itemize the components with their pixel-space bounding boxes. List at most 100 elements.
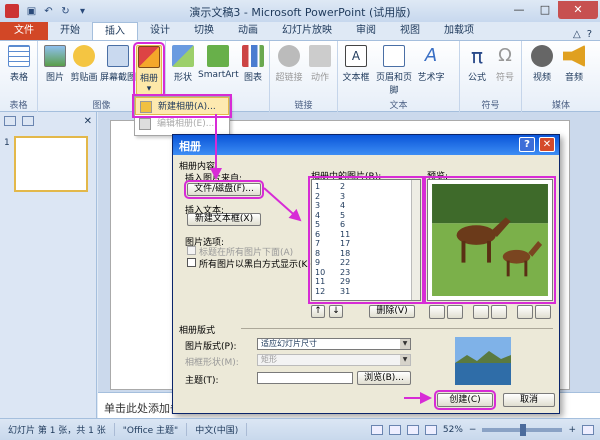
landscape-thumbnail [455,337,511,385]
rotate-right-icon[interactable] [447,305,463,319]
picture-button[interactable]: 图片 [42,45,68,83]
tab-insert[interactable]: 插入 [92,22,138,40]
tab-slideshow[interactable]: 幻灯片放映 [270,22,344,40]
equation-button[interactable]: π 公式 [464,45,490,83]
audio-button[interactable]: 音频 [560,45,588,83]
list-item[interactable]: 34 [312,201,420,211]
tab-addins[interactable]: 加载项 [432,22,486,40]
minimize-button[interactable]: — [506,1,532,19]
brightness-down-icon[interactable] [535,305,551,319]
browse-button[interactable]: 浏览(B)... [357,371,411,385]
screenshot-button[interactable]: 屏幕截图 [100,45,136,83]
brightness-up-icon[interactable] [517,305,533,319]
move-up-button[interactable]: ↑ [311,305,325,318]
create-button[interactable]: 创建(C) [434,390,496,410]
shapes-button[interactable]: 形状 [170,45,196,83]
group-label-text: 文本 [389,101,408,111]
table-button[interactable]: 表格 [4,45,34,83]
clipart-icon [73,45,95,67]
list-item[interactable]: 10 23 [312,268,420,278]
title-bar: ▣ ↶ ↻ ▾ 演示文稿3 - Microsoft PowerPoint (试用… [0,0,600,22]
contrast-down-icon[interactable] [491,305,507,319]
chevron-down-icon: ▼ [400,339,410,349]
picture-layout-select[interactable]: 适应幻灯片尺寸 ▼ [257,338,411,350]
move-down-button[interactable]: ↓ [329,305,343,318]
symbol-button[interactable]: Ω 符号 [492,45,518,83]
dialog-close-button[interactable]: ✕ [539,137,555,152]
new-album-icon [140,101,152,113]
slideshow-icon[interactable] [424,424,437,435]
black-white-checkbox[interactable] [187,258,196,267]
tab-transitions[interactable]: 切换 [182,22,226,40]
close-pane-icon[interactable]: ✕ [84,116,96,127]
arrow-up-icon: ↑ [314,306,322,316]
tab-review[interactable]: 审阅 [344,22,388,40]
zoom-slider[interactable] [482,423,563,436]
ribbon-minimize-icon[interactable]: △ [573,29,581,40]
cancel-button[interactable]: 取消 [503,393,555,407]
remove-button[interactable]: 删除(V) [369,305,415,318]
zoom-out-icon[interactable]: − [469,425,477,435]
language-status[interactable]: 中文(中国) [187,423,248,436]
photo-album-button[interactable]: 相册 ▾ [133,42,165,98]
clipart-button[interactable]: 剪贴画 [68,45,100,83]
theme-input[interactable] [257,372,353,384]
list-item-name: 3 [340,191,346,201]
list-item[interactable]: 23 [312,192,420,202]
header-footer-button[interactable]: 页眉和页脚 [372,45,416,96]
help-icon[interactable]: ? [587,29,592,40]
help-button[interactable]: ? [519,137,535,152]
contrast-up-icon[interactable] [473,305,489,319]
slides-tab-icon[interactable] [4,116,16,126]
list-item[interactable]: 56 [312,220,420,230]
tab-home[interactable]: 开始 [48,22,92,40]
maximize-button[interactable]: □ [532,1,558,19]
list-item[interactable]: 12 31 [312,287,420,297]
list-item[interactable]: 12 [312,182,420,192]
zoom-in-icon[interactable]: + [568,425,576,435]
normal-view-icon[interactable] [370,424,383,435]
new-photo-album-menu-item[interactable]: 新建相册(A)... [132,94,232,118]
list-item[interactable]: 6 11 [312,230,420,240]
zoom-level[interactable]: 52% [443,425,463,435]
smartart-button[interactable]: SmartArt [198,45,239,80]
slides-panel: ✕ 1 [0,112,97,418]
pictures-list[interactable]: 1 2 2 3 3 4 4 5 5 6 6 11 7 17 8 18 9 22 10 23 11 29 12 31 [308,176,424,304]
list-item[interactable]: 7 17 [312,239,420,249]
chart-button[interactable]: 图表 [240,45,266,83]
frame-shape-select[interactable]: 矩形 ▼ [257,354,411,366]
list-item[interactable]: 8 18 [312,249,420,259]
textbox-button[interactable]: A 文本框 [340,45,372,83]
hyperlink-icon [278,45,300,67]
tab-animations[interactable]: 动画 [226,22,270,40]
list-item[interactable]: 9 22 [312,258,420,268]
list-item-name: 2 [340,182,346,191]
list-scrollbar[interactable] [411,180,420,300]
tab-file[interactable]: 文件 [0,22,48,40]
slide-thumbnail[interactable] [14,136,88,192]
tab-design[interactable]: 设计 [138,22,182,40]
rotate-left-icon[interactable] [429,305,445,319]
edit-photo-album-menu-item[interactable]: 编辑相册(E)... [135,115,229,133]
edit-album-icon [139,118,151,130]
file-disk-button[interactable]: 文件/磁盘(F)... [184,180,264,199]
outline-tab-icon[interactable] [22,116,34,126]
new-textbox-button[interactable]: 新建文本框(X) [187,213,261,226]
group-label-media: 媒体 [551,101,570,111]
action-button[interactable]: 动作 [306,45,334,83]
close-button[interactable]: ✕ [558,1,598,19]
ribbon-tabs: 文件 开始 插入 设计 切换 动画 幻灯片放映 审阅 视图 加载项 △ ? [0,22,600,40]
fit-to-window-icon[interactable] [582,424,594,435]
wordart-button[interactable]: A 艺术字 [416,45,446,83]
caption-below-checkbox[interactable] [187,246,196,255]
list-item[interactable]: 11 29 [312,277,420,287]
video-button[interactable]: 视频 [528,45,556,83]
slide-sorter-icon[interactable] [388,424,401,435]
tab-view[interactable]: 视图 [388,22,432,40]
hyperlink-button[interactable]: 超链接 [274,45,304,83]
list-item[interactable]: 45 [312,211,420,221]
picture-preview [424,176,556,304]
group-label-table: 表格 [9,101,28,111]
reading-view-icon[interactable] [406,424,419,435]
list-item-name: 29 [340,277,351,286]
